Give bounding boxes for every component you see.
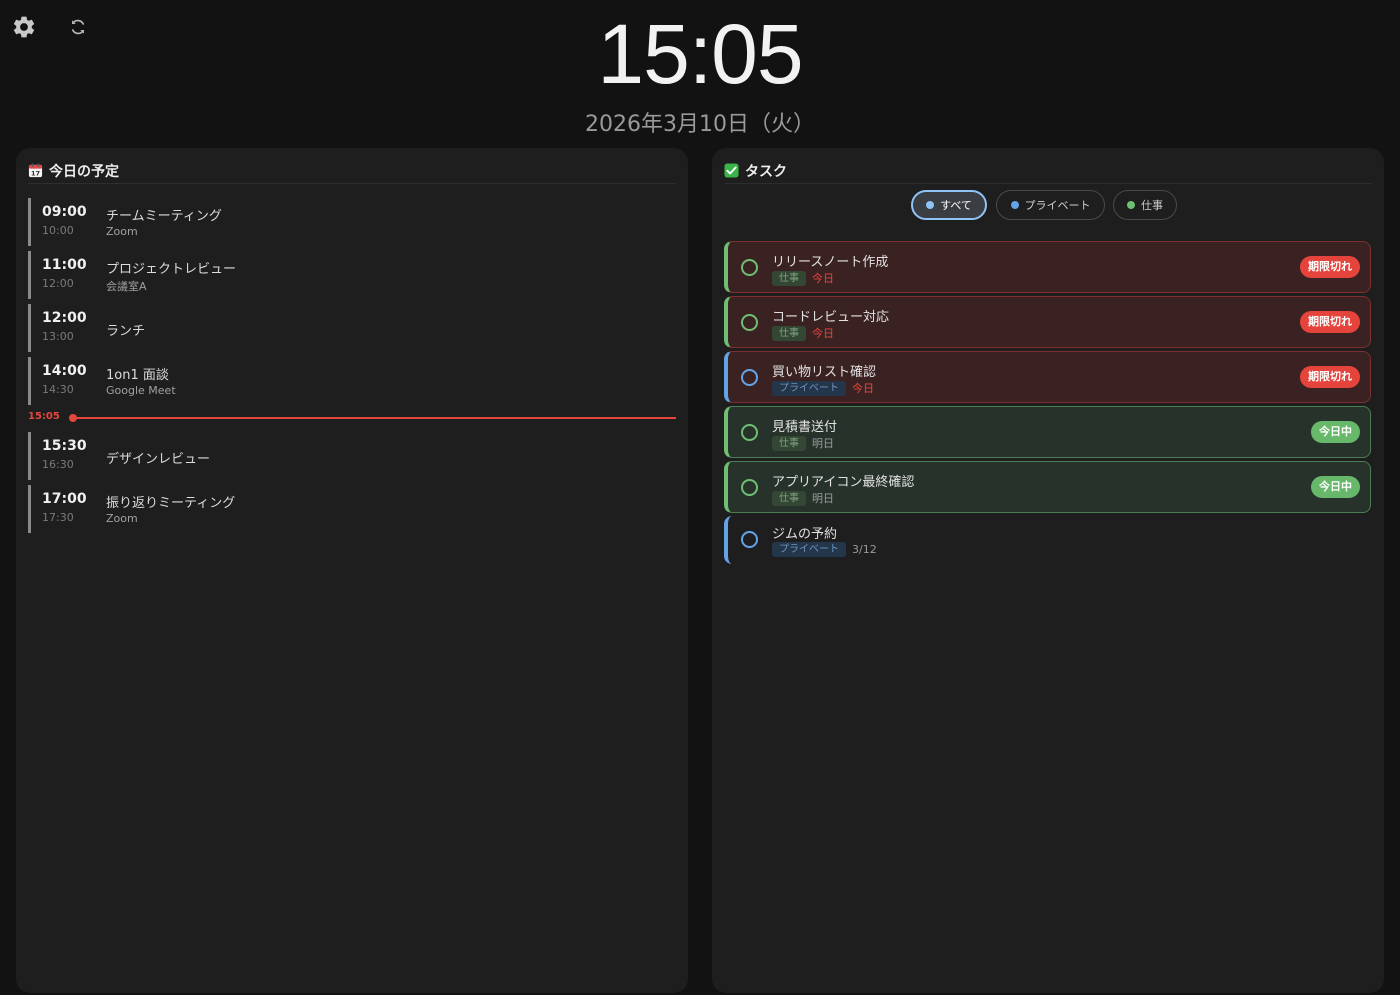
task-status-badge: 期限切れ [1300,311,1360,333]
event-title: 1on1 面談 [106,368,169,383]
event-item[interactable]: 12:00 13:00 ランチ [28,304,676,352]
current-time-label: 15:05 [28,411,60,422]
task-item[interactable]: 買い物リスト確認 プライベート 今日 期限切れ [724,351,1371,403]
task-item[interactable]: 見積書送付 仕事 明日 今日中 [724,406,1371,458]
filter-work[interactable]: 仕事 [1113,190,1177,220]
task-complete-checkbox[interactable] [741,424,758,441]
event-title: デザインレビュー [106,452,211,467]
event-title: ランチ [106,324,146,339]
task-status-badge: 今日中 [1311,476,1360,498]
event-end-time: 10:00 [42,224,74,237]
schedule-title: 今日の予定 [49,163,119,180]
task-meta: プライベート 今日 [772,380,874,396]
task-title: アプリアイコン最終確認 [772,475,915,490]
task-due: 明日 [812,492,834,505]
schedule-header: 17 今日の予定 [28,158,676,184]
task-title: リリースノート作成 [772,255,889,270]
event-item[interactable]: 15:30 16:30 デザインレビュー [28,432,676,480]
task-filters: すべて プライベート 仕事 [712,190,1384,220]
task-due: 今日 [852,382,874,395]
task-complete-checkbox[interactable] [741,314,758,331]
event-title: チームミーティング [106,209,222,224]
task-due: 今日 [812,272,834,285]
svg-text:17: 17 [31,170,41,178]
task-title: コードレビュー対応 [772,310,890,325]
clock-date: 2026年3月10日（火） [585,112,815,137]
task-complete-checkbox[interactable] [741,369,758,386]
event-end-time: 12:00 [42,277,74,290]
schedule-panel: 17 今日の予定 09:00 10:00 チームミーティング Zoom 11:0… [16,148,688,993]
event-start-time: 11:00 [42,257,87,273]
current-time-indicator: 15:05 [28,411,676,425]
filter-dot [1127,201,1135,209]
task-due: 3/12 [852,543,877,556]
event-start-time: 14:00 [42,363,87,379]
event-item[interactable]: 09:00 10:00 チームミーティング Zoom [28,198,676,246]
task-title: 見積書送付 [772,420,838,435]
task-item[interactable]: アプリアイコン最終確認 仕事 明日 今日中 [724,461,1371,513]
event-location: Zoom [106,225,138,238]
event-item[interactable]: 17:00 17:30 振り返りミーティング Zoom [28,485,676,533]
event-start-time: 12:00 [42,310,87,326]
clock-time: 15:05 [597,7,803,101]
tasks-panel: タスク すべて プライベート 仕事 リリースノート作成 仕事 今日 期限切れ コ… [712,148,1384,993]
task-item[interactable]: ジムの予約 プライベート 3/12 [724,516,1371,564]
filter-label: プライベート [1024,199,1091,212]
task-status-badge: 期限切れ [1300,256,1360,278]
task-meta: 仕事 今日 [772,270,834,286]
event-title: 振り返りミーティング [106,496,236,511]
task-title: ジムの予約 [772,527,838,542]
task-complete-checkbox[interactable] [741,259,758,276]
event-location: 会議室A [106,280,147,293]
calendar-icon: 17 [28,163,43,178]
task-meta: 仕事 明日 [772,490,834,506]
task-category-tag: プライベート [772,380,846,396]
event-location: Zoom [106,512,138,525]
task-item[interactable]: リリースノート作成 仕事 今日 期限切れ [724,241,1371,293]
task-category-tag: 仕事 [772,490,806,506]
task-category-tag: 仕事 [772,325,806,341]
task-meta: 仕事 今日 [772,325,834,341]
event-item[interactable]: 11:00 12:00 プロジェクトレビュー 会議室A [28,251,676,299]
task-due: 今日 [812,327,834,340]
task-meta: 仕事 明日 [772,435,834,451]
event-start-time: 15:30 [42,438,87,454]
event-end-time: 17:30 [42,511,74,524]
task-category-tag: 仕事 [772,435,806,451]
filter-label: 仕事 [1141,199,1163,212]
task-complete-checkbox[interactable] [741,479,758,496]
tasks-title: タスク [745,163,787,180]
event-start-time: 09:00 [42,204,87,220]
task-status-badge: 今日中 [1311,421,1360,443]
filter-label: すべて [940,199,972,212]
filter-all[interactable]: すべて [911,190,987,220]
checkbox-icon [724,163,739,178]
event-start-time: 17:00 [42,491,87,507]
event-item[interactable]: 14:00 14:30 1on1 面談 Google Meet [28,357,676,405]
task-status-badge: 期限切れ [1300,366,1360,388]
event-location: Google Meet [106,384,176,397]
event-end-time: 13:00 [42,330,74,343]
filter-dot [926,201,935,209]
task-category-tag: 仕事 [772,270,806,286]
task-meta: プライベート 3/12 [772,542,877,557]
event-title: プロジェクトレビュー [106,262,237,277]
task-complete-checkbox[interactable] [741,531,758,548]
current-time-line [73,417,676,419]
event-end-time: 14:30 [42,383,74,396]
task-item[interactable]: コードレビュー対応 仕事 今日 期限切れ [724,296,1371,348]
task-title: 買い物リスト確認 [772,365,877,380]
tasks-header: タスク [724,158,1372,184]
task-due: 明日 [812,437,834,450]
filter-private[interactable]: プライベート [996,190,1105,220]
event-end-time: 16:30 [42,458,74,471]
task-category-tag: プライベート [772,542,846,557]
filter-dot [1010,201,1019,209]
